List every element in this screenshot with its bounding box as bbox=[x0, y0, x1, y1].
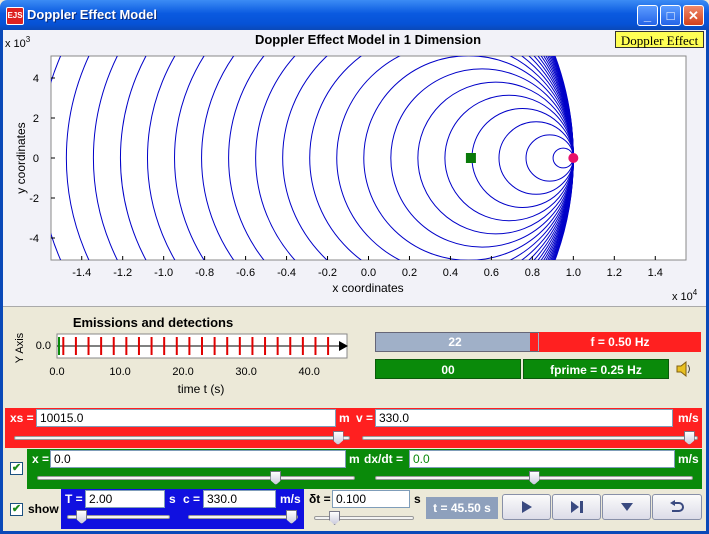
dxdt-label: dx/dt = bbox=[364, 452, 404, 466]
x-label: x = bbox=[32, 452, 50, 466]
xs-label: xs = bbox=[10, 411, 34, 425]
xs-slider[interactable] bbox=[14, 436, 350, 440]
x-tick-label: -1.4 bbox=[72, 267, 91, 279]
model-tag: Doppler Effect bbox=[615, 31, 704, 48]
v-unit: m/s bbox=[678, 411, 699, 425]
observer-checkbox[interactable]: ✔ bbox=[10, 462, 23, 475]
xs-input[interactable]: 10015.0 bbox=[36, 409, 336, 427]
emissions-y-label: Y Axis bbox=[14, 332, 26, 363]
reset-button[interactable] bbox=[652, 494, 702, 520]
T-input[interactable]: 2.00 bbox=[85, 490, 165, 508]
plot-title: Doppler Effect Model in 1 Dimension bbox=[255, 32, 481, 47]
detection-count: 00 bbox=[375, 359, 521, 379]
x-tick-label: 0.6 bbox=[484, 267, 499, 279]
y-tick-label: 4 bbox=[33, 73, 39, 85]
T-unit: s bbox=[169, 492, 176, 506]
v-input[interactable]: 330.0 bbox=[375, 409, 673, 427]
emissions-x-label: time t (s) bbox=[178, 382, 225, 396]
x-tick-label: 0.2 bbox=[402, 267, 417, 279]
play-button[interactable] bbox=[502, 494, 551, 520]
x-tick-label: 1.4 bbox=[648, 267, 663, 279]
dt-unit: s bbox=[414, 492, 421, 506]
minimize-button[interactable]: _ bbox=[637, 5, 658, 26]
emission-count: 22 bbox=[448, 335, 462, 349]
speaker-icon[interactable] bbox=[676, 361, 692, 377]
c-label: c = bbox=[183, 492, 201, 506]
x-input[interactable]: 0.0 bbox=[50, 450, 346, 468]
fprime-display: fprime = 0.25 Hz bbox=[523, 359, 669, 379]
emissions-x-tick-label: 30.0 bbox=[235, 366, 256, 378]
emissions-x-tick-label: 40.0 bbox=[298, 366, 319, 378]
x-tick-label: 0.0 bbox=[361, 267, 376, 279]
emissions-x-tick-label: 0.0 bbox=[49, 366, 64, 378]
emissions-plot[interactable]: Emissions and detections 0.0 10.0 20.0 30.0… bbox=[5, 310, 370, 402]
x-tick-label: -0.8 bbox=[195, 267, 214, 279]
x-tick-label: 1.2 bbox=[607, 267, 622, 279]
x-tick-label: 1.0 bbox=[566, 267, 581, 279]
dt-input[interactable]: 0.100 bbox=[332, 490, 410, 508]
y-tick-label: -2 bbox=[29, 193, 39, 205]
play-icon bbox=[521, 501, 532, 513]
y-tick-label: 2 bbox=[33, 113, 39, 125]
x-tick-label: -0.2 bbox=[318, 267, 337, 279]
emissions-y-tick: 0.0 bbox=[36, 340, 51, 352]
emission-marker bbox=[530, 333, 538, 351]
x-exponent: x 104 bbox=[672, 288, 698, 303]
chevron-down-icon bbox=[620, 503, 633, 511]
xs-unit: m bbox=[339, 411, 350, 425]
y-tick-label: -4 bbox=[29, 233, 39, 245]
emissions-title: Emissions and detections bbox=[73, 315, 233, 330]
emissions-x-tick-label: 20.0 bbox=[172, 366, 193, 378]
x-tick-label: -0.6 bbox=[236, 267, 255, 279]
v-slider[interactable] bbox=[362, 436, 698, 440]
y-tick-label: 0 bbox=[33, 153, 39, 165]
x-tick-label: 0.8 bbox=[525, 267, 540, 279]
dxdt-input[interactable]: 0.0 bbox=[409, 450, 675, 468]
doppler-plot[interactable]: -1.4 -1.2 -1.0 -0.8 -0.6 -0.4 -0.2 0.0 0.2 0.4 0.6… bbox=[3, 30, 706, 306]
observer-marker[interactable] bbox=[465, 153, 476, 163]
x-tick-label: 0.4 bbox=[443, 267, 458, 279]
v-label: v = bbox=[356, 411, 374, 425]
c-unit: m/s bbox=[280, 492, 301, 506]
show-label: show bbox=[28, 502, 59, 516]
time-display: t = 45.50 s bbox=[426, 497, 498, 519]
menu-button[interactable] bbox=[602, 494, 651, 520]
close-button[interactable]: ✕ bbox=[683, 5, 704, 26]
dt-slider[interactable] bbox=[314, 516, 414, 520]
x-slider[interactable] bbox=[37, 476, 355, 480]
T-label: T = bbox=[65, 492, 83, 506]
x-tick-label: -1.0 bbox=[154, 267, 173, 279]
dt-label: δt = bbox=[309, 492, 331, 506]
x-axis-label: x coordinates bbox=[332, 281, 403, 295]
step-icon bbox=[570, 501, 583, 513]
emissions-x-tick-label: 10.0 bbox=[109, 366, 130, 378]
reset-icon bbox=[670, 500, 684, 512]
x-tick-label: -1.2 bbox=[113, 267, 132, 279]
step-button[interactable] bbox=[552, 494, 601, 520]
c-slider[interactable] bbox=[188, 515, 298, 519]
show-checkbox[interactable]: ✔ bbox=[10, 503, 23, 516]
dxdt-unit: m/s bbox=[678, 452, 699, 466]
y-exponent: x 103 bbox=[5, 35, 31, 50]
source-marker[interactable] bbox=[568, 153, 579, 163]
frequency-display: f = 0.50 Hz bbox=[539, 332, 701, 352]
maximize-button[interactable]: □ bbox=[660, 5, 681, 26]
plot-area[interactable] bbox=[50, 55, 687, 261]
y-axis-label: y coordinates bbox=[14, 122, 28, 193]
app-icon: EJS bbox=[6, 7, 24, 25]
c-input[interactable]: 330.0 bbox=[203, 490, 276, 508]
x-tick-label: -0.4 bbox=[277, 267, 296, 279]
window-title: Doppler Effect Model bbox=[27, 7, 158, 22]
